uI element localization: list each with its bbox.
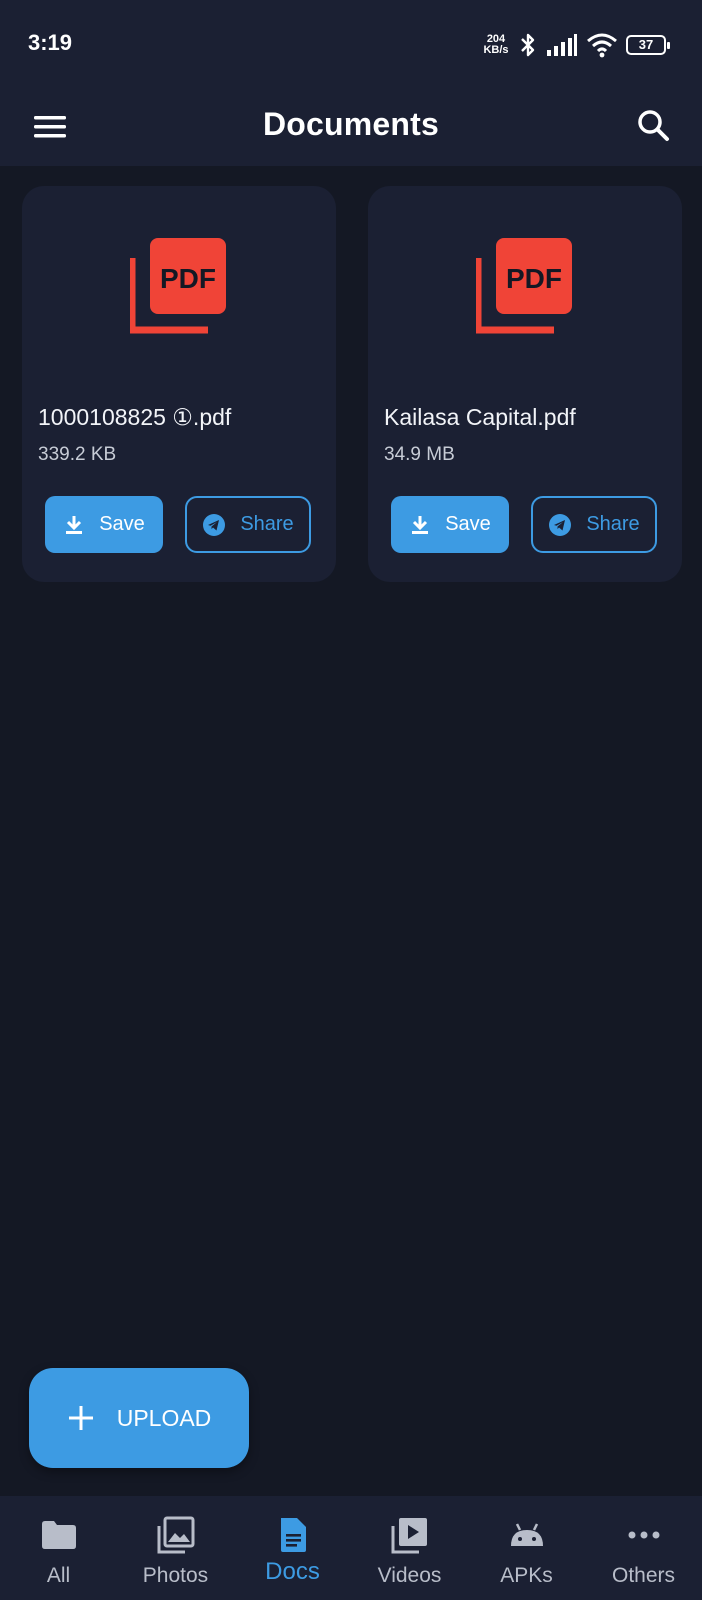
nav-item-apks[interactable]: APKs (468, 1496, 585, 1600)
file-card[interactable]: PDF 1000108825 ①.pdf 339.2 KB Save Share (22, 186, 336, 582)
svg-text:PDF: PDF (160, 263, 216, 294)
download-icon (412, 515, 429, 534)
net-speed-unit: KB/s (483, 44, 509, 56)
file-card[interactable]: PDF Kailasa Capital.pdf 34.9 MB Save Sha… (368, 186, 682, 582)
folder-icon (41, 1521, 76, 1549)
search-button[interactable] (632, 104, 676, 148)
file-size: 339.2 KB (38, 444, 117, 465)
upload-button[interactable]: UPLOAD (29, 1368, 249, 1468)
nav-label: APKs (500, 1564, 553, 1587)
save-label: Save (445, 513, 491, 535)
pdf-icon: PDF (476, 238, 572, 334)
nav-label: Others (611, 1564, 676, 1587)
nav-item-videos[interactable]: Videos (351, 1496, 468, 1600)
more-dots-icon (628, 1531, 659, 1539)
bluetooth-icon (521, 33, 535, 57)
nav-item-others[interactable]: Others (585, 1496, 702, 1600)
status-time: 3:19 (28, 30, 73, 55)
nav-label: Photos (142, 1564, 209, 1587)
wifi-icon (587, 33, 617, 58)
share-label: Share (240, 513, 294, 535)
download-icon (66, 515, 83, 534)
plus-icon (68, 1406, 93, 1430)
nav-label: Videos (377, 1564, 442, 1587)
nav-label: All (46, 1564, 71, 1587)
nav-item-all[interactable]: All (0, 1496, 117, 1600)
save-label: Save (99, 513, 145, 535)
page-title: Documents (262, 106, 440, 142)
telegram-icon (549, 513, 572, 536)
status-bar: 3:19 204 KB/s 37 (0, 0, 702, 88)
app-bar: Documents (0, 88, 702, 166)
bottom-nav: All Photos Docs Videos APKs Others (0, 1496, 702, 1600)
share-button[interactable]: Share (531, 496, 657, 553)
android-icon (510, 1523, 543, 1546)
save-button[interactable]: Save (391, 496, 509, 553)
video-icon (391, 1518, 427, 1554)
svg-text:PDF: PDF (506, 263, 562, 294)
share-button[interactable]: Share (185, 496, 311, 553)
pdf-icon: PDF (130, 238, 226, 334)
nav-item-docs[interactable]: Docs (234, 1496, 351, 1600)
file-size: 34.9 MB (384, 444, 455, 465)
signal-icon (547, 34, 577, 56)
battery-icon: 37 (626, 35, 670, 55)
file-name: 1000108825 ①.pdf (38, 404, 232, 430)
photos-icon (157, 1516, 194, 1554)
upload-label: UPLOAD (116, 1404, 212, 1431)
status-icons: 204 KB/s 37 (482, 30, 670, 60)
save-button[interactable]: Save (45, 496, 163, 553)
telegram-icon (203, 513, 226, 536)
file-grid: PDF 1000108825 ①.pdf 339.2 KB Save Share… (22, 186, 682, 582)
net-speed: 204 KB/s (482, 34, 510, 56)
nav-label: Docs (265, 1558, 320, 1585)
search-icon (638, 110, 669, 141)
share-label: Share (586, 513, 640, 535)
document-icon (280, 1518, 306, 1552)
file-name: Kailasa Capital.pdf (384, 404, 576, 430)
nav-item-photos[interactable]: Photos (117, 1496, 234, 1600)
